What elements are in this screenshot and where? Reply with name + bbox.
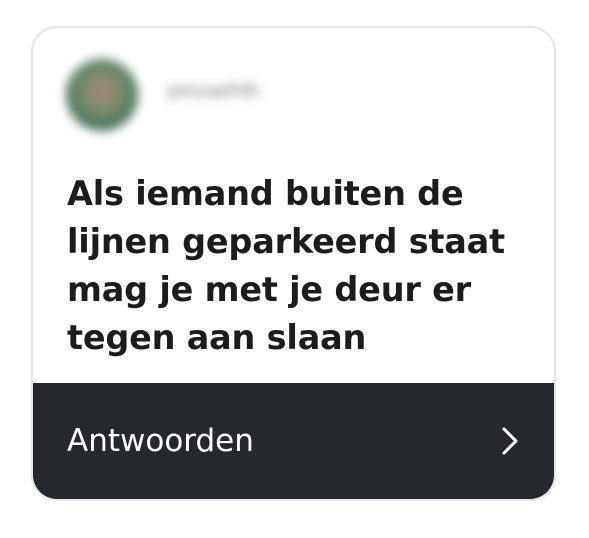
chevron-right-icon (502, 427, 518, 455)
question-card: pmzaehth Als iemand buiten de lijnen gep… (31, 26, 556, 501)
card-header: pmzaehth (33, 28, 554, 158)
reply-button[interactable]: Antwoorden (33, 383, 554, 499)
question-text: Als iemand buiten de lijnen geparkeerd s… (67, 174, 505, 357)
reply-button-label: Antwoorden (67, 423, 254, 459)
username-label[interactable]: pmzaehth (168, 80, 260, 103)
avatar[interactable] (66, 59, 138, 131)
